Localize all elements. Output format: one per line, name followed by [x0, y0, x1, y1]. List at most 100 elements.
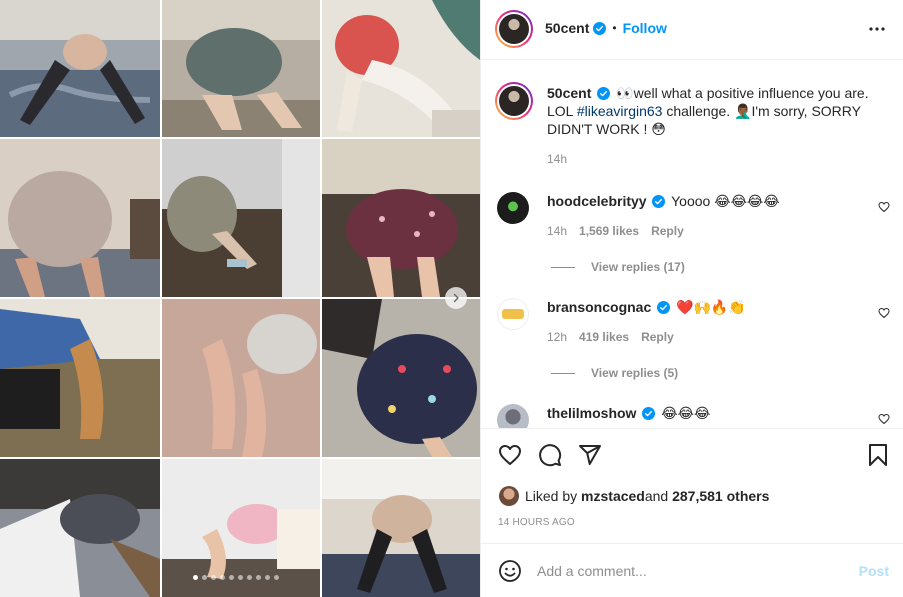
collage-photo-image: [162, 299, 320, 457]
comment-meta: 12h 419 likes Reply: [547, 330, 674, 344]
carousel-next-button[interactable]: [445, 287, 467, 309]
carousel-dot[interactable]: [265, 575, 270, 580]
caption-avatar[interactable]: [495, 82, 533, 120]
carousel-dot[interactable]: [256, 575, 261, 580]
commenter-avatar[interactable]: [497, 192, 529, 224]
comment-meta: 14h 1,569 likes Reply: [547, 224, 684, 238]
chevron-right-icon: [453, 293, 459, 303]
collage-photo: [162, 139, 320, 297]
liker-avatar[interactable]: [499, 486, 519, 506]
comment-input[interactable]: [537, 560, 837, 582]
post-details-panel: 50cent • Follow 50cent 👀well what a posi…: [480, 0, 903, 597]
collage-photo: [322, 139, 480, 297]
carousel-dot[interactable]: [238, 575, 243, 580]
comment-reply-button[interactable]: Reply: [641, 330, 674, 344]
carousel-dot[interactable]: [229, 575, 234, 580]
comment-username[interactable]: thelilmoshow: [547, 405, 636, 421]
carousel-dot[interactable]: [247, 575, 252, 580]
comment-likes[interactable]: 419 likes: [579, 330, 629, 344]
comment: bransoncognac ❤️🙌🔥👏: [547, 298, 746, 316]
collage-photo-image: [0, 459, 160, 597]
carousel-dot[interactable]: [274, 575, 279, 580]
collage-photo: [322, 299, 480, 457]
collage-photo-image: [162, 0, 320, 137]
emoji-icon[interactable]: [498, 559, 522, 583]
liked-by-prefix: Liked by: [525, 488, 578, 504]
collage-photo: [162, 299, 320, 457]
replies-divider: [551, 266, 575, 268]
comment: thelilmoshow 😂😂😂: [547, 404, 710, 422]
post-timestamp[interactable]: 14 HOURS AGO: [498, 517, 575, 528]
photo-collage: [0, 0, 480, 597]
caption-emoji: 👀: [616, 85, 634, 101]
verified-badge-icon: [593, 21, 607, 35]
liked-by-middle: and: [644, 488, 669, 504]
post-header: 50cent • Follow: [481, 0, 903, 60]
verified-badge-icon: [597, 87, 611, 100]
add-comment-bar: Post: [481, 543, 903, 597]
post-actions: Liked by mzstaced and 287,581 others 14 …: [481, 428, 903, 543]
like-heart-icon[interactable]: [498, 443, 522, 467]
collage-photo-image: [0, 139, 160, 297]
liked-by-count[interactable]: 287,581 others: [672, 488, 769, 504]
commenter-avatar[interactable]: [497, 298, 529, 330]
comment-reply-button[interactable]: Reply: [651, 224, 684, 238]
replies-divider: [551, 372, 575, 374]
comment-username[interactable]: bransoncognac: [547, 299, 651, 315]
collage-photo-image: [322, 0, 480, 137]
author-avatar[interactable]: [495, 10, 533, 48]
comment: hoodcelebrityy Yoooo 😂😂😂😂: [547, 192, 780, 210]
author-username[interactable]: 50cent: [545, 20, 589, 36]
view-replies-button[interactable]: View replies (17): [551, 260, 685, 274]
collage-photo: [0, 0, 160, 137]
comment-time[interactable]: 12h: [547, 330, 567, 344]
caption-time[interactable]: 14h: [547, 152, 567, 166]
caption: 50cent 👀well what a positive influence y…: [547, 84, 887, 138]
caption-hashtag[interactable]: #likeavirgin63: [577, 103, 663, 119]
comment-time[interactable]: 14h: [547, 224, 567, 238]
comment-username[interactable]: hoodcelebrityy: [547, 193, 647, 209]
carousel-dot[interactable]: [202, 575, 207, 580]
collage-photo-image: [162, 139, 320, 297]
view-replies-label: View replies (17): [591, 260, 685, 274]
liked-by-summary: Liked by mzstaced and 287,581 others: [499, 486, 769, 506]
follow-button[interactable]: Follow: [623, 20, 667, 36]
collage-photo-image: [322, 139, 480, 297]
comments-list[interactable]: 50cent 👀well what a positive influence y…: [481, 61, 903, 428]
comment-text: Yoooo 😂😂😂😂: [671, 193, 780, 209]
collage-photo: [162, 0, 320, 137]
collage-photo: [0, 459, 160, 597]
view-replies-button[interactable]: View replies (5): [551, 366, 678, 380]
collage-photo-image: [0, 0, 160, 137]
collage-photo-image: [0, 299, 160, 457]
post-media[interactable]: [0, 0, 480, 597]
collage-photo: [322, 459, 480, 597]
carousel-dot[interactable]: [220, 575, 225, 580]
comment-text: 😂😂😂: [661, 405, 711, 421]
share-paper-plane-icon[interactable]: [578, 443, 602, 467]
comment-text: ❤️🙌🔥👏: [676, 299, 746, 315]
caption-username[interactable]: 50cent: [547, 85, 591, 101]
verified-badge-icon: [652, 195, 666, 208]
view-replies-label: View replies (5): [591, 366, 679, 380]
collage-photo: [322, 0, 480, 137]
header-separator: •: [612, 21, 617, 35]
collage-photo-image: [322, 299, 480, 457]
comment-likes[interactable]: 1,569 likes: [579, 224, 639, 238]
comment-bubble-icon[interactable]: [538, 443, 562, 467]
carousel-dot[interactable]: [193, 575, 198, 580]
collage-photo: [0, 299, 160, 457]
comment-like-heart-icon[interactable]: [878, 201, 890, 213]
collage-photo-image: [322, 459, 480, 597]
collage-photo: [0, 139, 160, 297]
more-options-icon[interactable]: [868, 20, 886, 38]
commenter-avatar[interactable]: [497, 404, 529, 428]
liked-by-user[interactable]: mzstaced: [581, 488, 645, 504]
verified-badge-icon: [642, 407, 656, 420]
save-bookmark-icon[interactable]: [867, 443, 889, 467]
comment-like-heart-icon[interactable]: [878, 307, 890, 319]
post-comment-button[interactable]: Post: [859, 563, 889, 579]
carousel-dots: [193, 575, 279, 580]
comment-like-heart-icon[interactable]: [878, 413, 890, 425]
carousel-dot[interactable]: [211, 575, 216, 580]
